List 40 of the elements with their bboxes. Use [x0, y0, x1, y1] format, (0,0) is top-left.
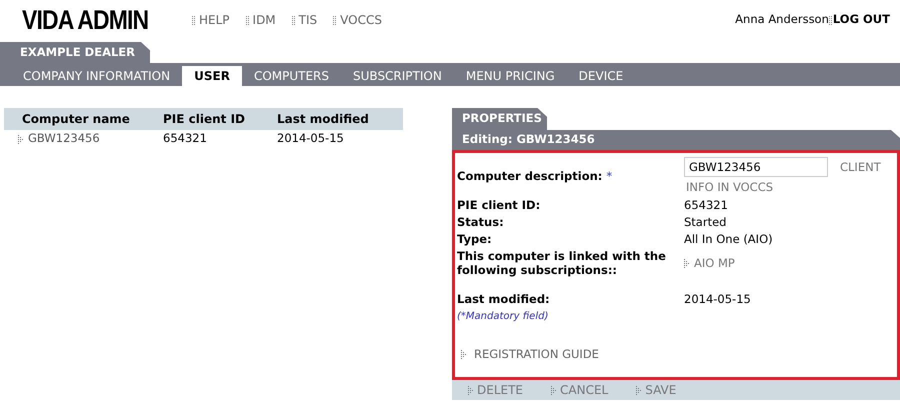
nav-tab[interactable]: USER — [182, 66, 242, 86]
subscription-link[interactable]: AIO MP — [684, 255, 735, 272]
top-link[interactable]: VOCCS — [333, 11, 382, 29]
action-link[interactable]: DELETE — [468, 381, 524, 399]
computer-link[interactable]: GBW123456 — [4, 130, 147, 148]
field-label: Status: — [457, 214, 505, 231]
nav-tab[interactable]: DEVICE — [566, 66, 636, 86]
top-link[interactable]: IDM — [246, 11, 276, 29]
field-label: Type: — [457, 230, 493, 248]
user-name: Anna Andersson — [735, 11, 829, 28]
action-link[interactable]: CANCEL — [551, 381, 608, 399]
field-label: Last modified: — [457, 291, 551, 308]
required-mark: * — [606, 169, 612, 183]
editing-bar: Editing: GBW123456 — [452, 130, 900, 150]
nav-tab[interactable]: MENU PRICING — [454, 66, 567, 86]
field-value: All In One (AIO) — [684, 230, 773, 248]
field-value: 654321 — [684, 196, 728, 214]
nav-tab[interactable]: SUBSCRIPTION — [341, 66, 454, 86]
client-info-link[interactable]: CLIENT — [840, 157, 881, 177]
table-cell-text: 654321 — [162, 130, 208, 148]
top-link[interactable]: TIS — [292, 11, 318, 29]
client-info-link[interactable]: INFO IN VOCCS — [684, 177, 774, 197]
nav-tab[interactable]: COMPUTERS — [242, 66, 342, 86]
description-field[interactable]: GBW123456 — [684, 157, 828, 177]
action-link[interactable]: SAVE — [636, 381, 676, 399]
field-label: PIE client ID: — [457, 196, 542, 214]
app-title: VIDA ADMIN — [22, 6, 150, 34]
guide-link[interactable]: REGISTRATION GUIDE — [461, 346, 599, 364]
mandatory-note: (*Mandatory field) — [457, 310, 550, 324]
field-value: 2014-05-15 — [684, 291, 751, 308]
table-cell-text: 2014-05-15 — [276, 130, 345, 148]
field-label: This computer is linked with the following subscriptions:: — [457, 249, 667, 277]
logout-link[interactable]: LOG OUT — [832, 11, 890, 29]
nav-tab[interactable]: COMPANY INFORMATION — [11, 66, 182, 86]
field-label: Computer description: — [457, 169, 602, 183]
column-header: PIE client ID — [162, 111, 246, 128]
column-header: Computer name — [21, 111, 131, 128]
top-link[interactable]: HELP — [192, 11, 230, 29]
column-header: Last modified — [276, 111, 370, 128]
field-value: Started — [684, 214, 726, 231]
